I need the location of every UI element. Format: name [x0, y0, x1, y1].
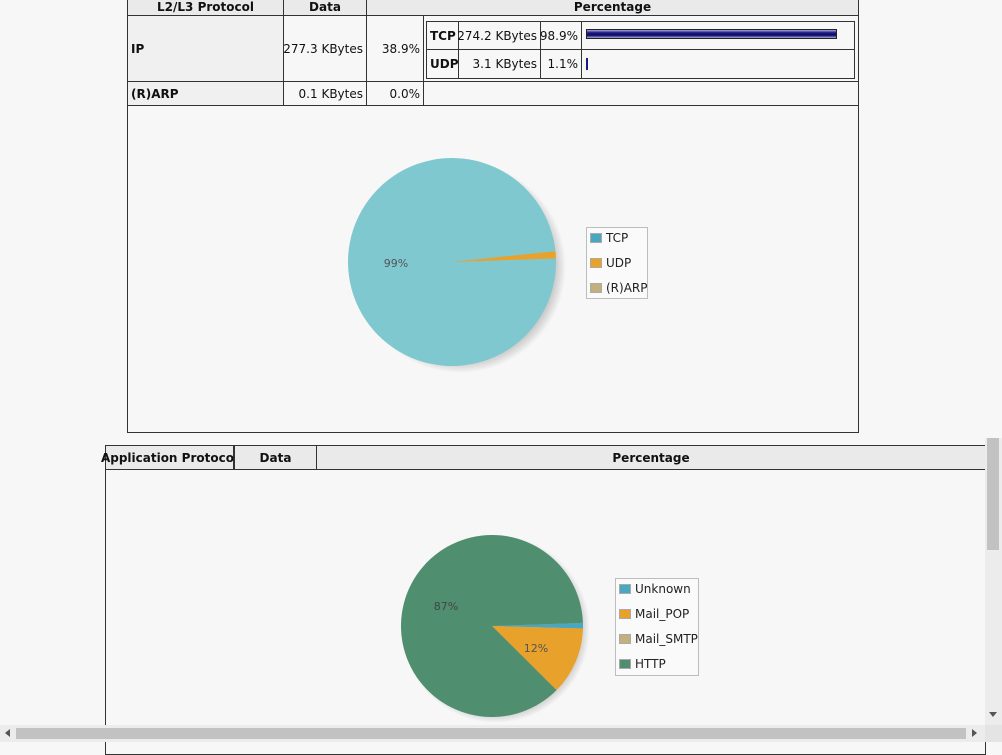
- subrow-tcp-protocol: TCP: [427, 22, 459, 50]
- app-col-header-data: Data: [235, 446, 317, 470]
- subrow-udp-bar-cell: [582, 50, 854, 78]
- slice-label-mail-pop: 12%: [524, 642, 548, 655]
- legend-label-udp: UDP: [606, 256, 632, 270]
- scrollbar-corner: [985, 725, 1002, 742]
- legend-item-mail-smtp: Mail_SMTP: [619, 632, 698, 646]
- legend-label-rarp: (R)ARP: [606, 281, 648, 295]
- legend-item-unknown: Unknown: [619, 582, 691, 596]
- vertical-scrollbar-thumb[interactable]: [987, 438, 999, 550]
- subrow-udp-percentage: 1.1%: [541, 50, 582, 78]
- legend-swatch-rarp: [590, 283, 602, 293]
- row-rarp-percentage: 0.0%: [367, 82, 424, 106]
- legend-item-http: HTTP: [619, 657, 666, 671]
- l23-pie-chart: 99%: [348, 158, 566, 373]
- l23-chart-legend: TCP UDP (R)ARP: [586, 227, 648, 299]
- legend-swatch-tcp: [590, 233, 602, 243]
- col-header-protocol: L2/L3 Protocol: [128, 0, 284, 16]
- subrow-tcp-bar: [586, 29, 838, 39]
- row-rarp-protocol: (R)ARP: [128, 82, 284, 106]
- legend-item-rarp: (R)ARP: [590, 281, 647, 295]
- scroll-right-arrow-icon[interactable]: [972, 729, 977, 737]
- row-ip-percentage: 38.9%: [367, 16, 424, 82]
- legend-item-udp: UDP: [590, 256, 631, 270]
- scroll-down-arrow-icon[interactable]: [989, 712, 997, 717]
- legend-label-http: HTTP: [635, 657, 666, 671]
- subrow-tcp-bar-cell: [582, 22, 854, 50]
- horizontal-scrollbar-thumb[interactable]: [16, 728, 966, 739]
- legend-swatch-mail-pop: [619, 609, 631, 619]
- row-rarp-empty-cell: [424, 82, 858, 106]
- subrow-tcp-percentage: 98.9%: [540, 22, 582, 50]
- subrow-udp-protocol: UDP: [427, 50, 459, 78]
- scroll-left-arrow-icon[interactable]: [5, 729, 10, 737]
- app-col-header-percentage: Percentage: [317, 446, 985, 470]
- horizontal-scrollbar[interactable]: [0, 725, 985, 742]
- slice-label-tcp: 99%: [384, 257, 408, 270]
- legend-label-tcp: TCP: [606, 231, 629, 245]
- legend-swatch-unknown: [619, 584, 631, 594]
- col-header-percentage: Percentage: [367, 0, 858, 16]
- legend-label-mail-pop: Mail_POP: [635, 607, 690, 621]
- legend-label-mail-smtp: Mail_SMTP: [635, 632, 698, 646]
- app-chart-legend: Unknown Mail_POP Mail_SMTP HTTP: [615, 578, 699, 676]
- row-ip-protocol: IP: [128, 16, 284, 82]
- subrow-tcp-data: 274.2 KBytes: [457, 22, 541, 50]
- col-header-data: Data: [284, 0, 367, 16]
- legend-item-mail-pop: Mail_POP: [619, 607, 689, 621]
- legend-swatch-udp: [590, 258, 602, 268]
- pie-slice-tcp: [348, 158, 557, 367]
- app-pie-chart: 87% 12%: [400, 535, 590, 723]
- row-ip-data: 277.3 KBytes: [283, 16, 367, 82]
- legend-swatch-mail-smtp: [619, 634, 631, 644]
- row-rarp-data: 0.1 KBytes: [284, 82, 367, 106]
- app-col-header-protocol: Application Protocol: [101, 446, 238, 470]
- legend-label-unknown: Unknown: [635, 582, 691, 596]
- slice-label-http: 87%: [434, 600, 458, 613]
- subrow-udp-data: 3.1 KBytes: [459, 50, 541, 78]
- legend-swatch-http: [619, 659, 631, 669]
- vertical-scrollbar[interactable]: [985, 438, 1002, 725]
- subrow-udp-bar: [586, 58, 588, 70]
- legend-item-tcp: TCP: [590, 231, 628, 245]
